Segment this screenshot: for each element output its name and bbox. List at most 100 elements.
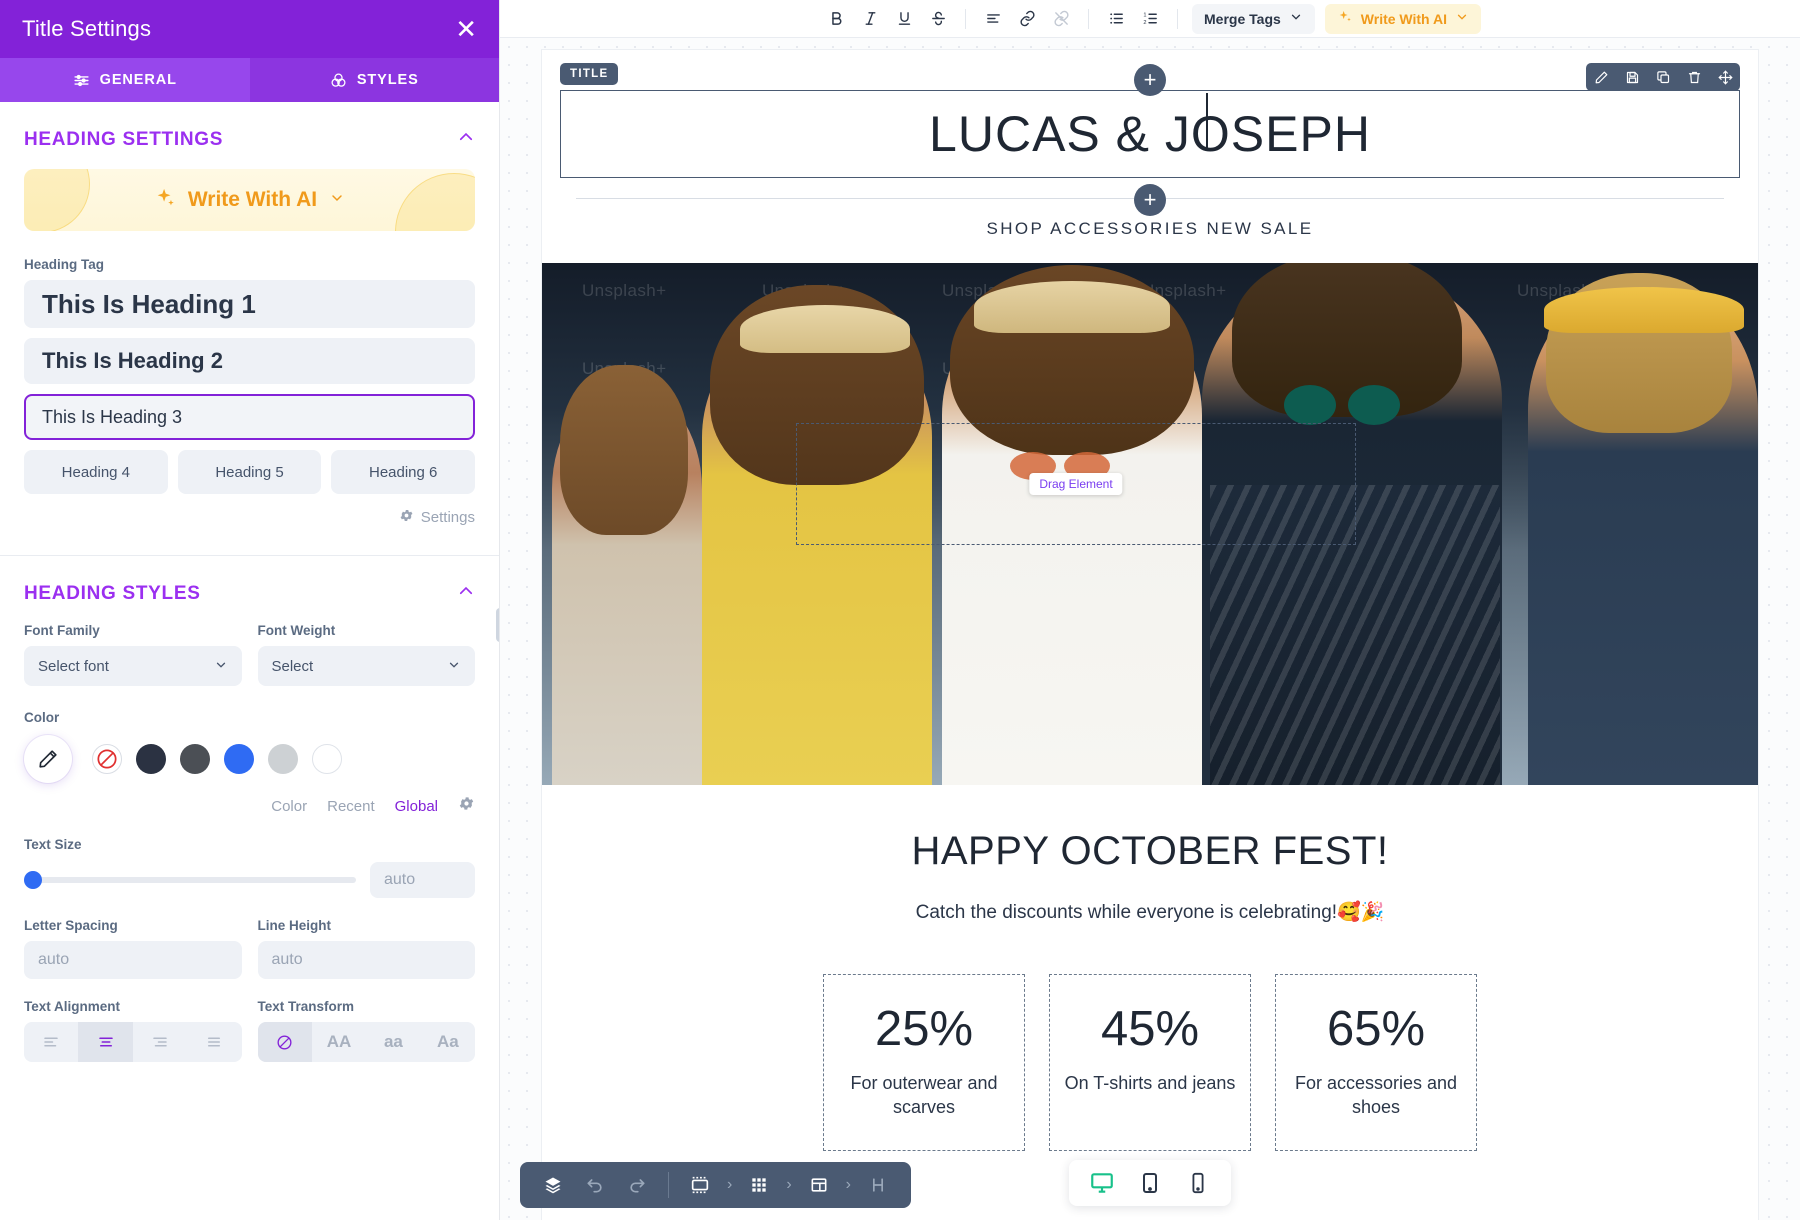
delete-icon[interactable] [1679,63,1709,91]
strikethrough-icon[interactable] [921,4,955,34]
add-below-button[interactable]: + [1134,184,1166,216]
tablet-icon[interactable] [1131,1166,1169,1200]
font-family-group: Font Family Select font [24,623,242,686]
transform-none-icon[interactable] [257,1022,312,1062]
discount-card[interactable]: 25% For outerwear and scarves [823,974,1025,1151]
discount-card[interactable]: 45% On T-shirts and jeans [1049,974,1251,1151]
heading-option-h1[interactable]: This Is Heading 1 [24,280,475,328]
heading-option-h3[interactable]: This Is Heading 3 [24,394,475,440]
desktop-icon[interactable] [1083,1166,1121,1200]
font-weight-select[interactable]: Select [257,646,475,686]
hero-image[interactable]: Unsplash+ Unsplash+ Unsplash+ Unsplash+ … [542,263,1758,785]
heading-option-h6[interactable]: Heading 6 [331,450,476,494]
text-size-slider-knob[interactable] [24,871,42,889]
align-left-icon[interactable] [24,1022,78,1062]
chevron-down-icon-font-family [214,658,228,675]
heading-settings-title: HEADING SETTINGS [24,128,224,150]
heading-option-h1-label: This Is Heading 1 [42,288,256,319]
move-icon[interactable] [1710,63,1740,91]
breadcrumb-chevron: › [845,1176,851,1193]
discount-percent: 25% [874,1002,974,1056]
align-justify-icon[interactable] [187,1022,241,1062]
write-with-ai-banner[interactable]: Write With AI [24,169,475,231]
element-type-badge: TITLE [560,63,619,85]
chevron-up-icon[interactable] [457,128,475,151]
merge-tags-button[interactable]: Merge Tags [1192,3,1315,34]
discount-card[interactable]: 65% For accessories and shoes [1275,974,1477,1151]
align-center-icon[interactable] [78,1022,133,1062]
bold-icon[interactable] [819,4,853,34]
swatch-white[interactable] [312,744,342,774]
heading-styles-title: HEADING STYLES [24,582,201,604]
heading-tag-label: Heading Tag [24,257,105,272]
edit-icon[interactable] [1586,63,1616,91]
body-icon[interactable] [681,1168,719,1202]
page-title: Title Settings [22,16,152,41]
italic-icon[interactable] [853,4,887,34]
title-element[interactable]: TITLE + + LUCAS & JOSEPH [560,63,1740,216]
heading-icon[interactable] [859,1168,897,1202]
grid-icon[interactable] [740,1168,778,1202]
color-swatch-row [24,735,475,783]
letter-spacing-input[interactable] [24,941,242,979]
color-tab-recent[interactable]: Recent [327,798,375,815]
align-right-icon[interactable] [133,1022,187,1062]
text-transform-segmented: AA aa Aa [257,1022,475,1062]
color-group: Color Color Recent Global [24,710,475,817]
font-weight-group: Font Weight Select [257,623,475,686]
add-above-button[interactable]: + [1134,64,1166,96]
heading-settings-header[interactable]: HEADING SETTINGS [24,102,475,169]
tab-general[interactable]: GENERAL [0,58,250,102]
layers-icon[interactable] [534,1168,572,1202]
promo-subtext: Catch the discounts while everyone is ce… [915,902,1385,923]
save-icon[interactable] [1617,63,1647,91]
heading-option-h4[interactable]: Heading 4 [24,450,168,494]
swatch-no-color[interactable] [92,744,122,774]
heading-styles-section: HEADING STYLES Font Family Select font F… [0,556,499,1062]
swatch-dark-gray[interactable] [180,744,210,774]
discount-percent: 65% [1326,1002,1426,1056]
heading-styles-header[interactable]: HEADING STYLES [24,556,475,623]
duplicate-icon[interactable] [1648,63,1678,91]
align-icon[interactable] [976,4,1010,34]
heading-option-h5[interactable]: Heading 5 [177,450,322,494]
font-family-select[interactable]: Select font [24,646,242,686]
svg-text:1: 1 [1143,12,1146,18]
heading-option-h2-label: This Is Heading 2 [42,348,223,373]
bullet-list-icon[interactable] [1099,4,1133,34]
tab-styles[interactable]: STYLES [250,58,500,102]
write-with-ai-button[interactable]: Write With AI [1324,3,1481,34]
swatch-dark-navy[interactable] [136,744,166,774]
transform-lowercase-button[interactable]: aa [366,1022,420,1062]
undo-icon[interactable] [576,1168,614,1202]
hero-selection-outline[interactable]: Drag Element [796,423,1356,545]
color-tab-global[interactable]: Global [395,798,438,815]
swatch-blue[interactable] [224,744,254,774]
title-text-box[interactable]: LUCAS & JOSEPH [560,90,1740,178]
color-tab-color[interactable]: Color [271,798,307,815]
heading-option-h2[interactable]: This Is Heading 2 [24,338,475,384]
chevron-down-icon-merge [1289,10,1303,27]
heading-settings-section: HEADING SETTINGS Write With AI Heading T… [0,102,499,527]
toolbar-separator-1 [965,8,967,29]
color-picker-button[interactable] [24,735,72,783]
chevron-up-icon-styles[interactable] [457,582,475,605]
text-size-slider[interactable] [24,871,356,889]
numbered-list-icon[interactable]: 12 [1133,4,1167,34]
close-icon[interactable]: ✕ [455,16,477,42]
layout-icon[interactable] [800,1168,838,1202]
underline-icon[interactable] [887,4,921,34]
link-icon[interactable] [1010,4,1044,34]
transform-uppercase-button[interactable]: AA [312,1022,366,1062]
unlink-icon[interactable] [1044,4,1078,34]
swatch-light-gray[interactable] [268,744,298,774]
text-size-value: auto [384,871,416,888]
heading-settings-link[interactable]: Settings [24,508,475,527]
line-height-input[interactable] [257,941,475,979]
text-size-value-box[interactable]: auto [370,862,475,898]
transform-capitalize-button[interactable]: Aa [421,1022,475,1062]
color-settings-gear-icon[interactable] [458,795,475,817]
font-weight-label: Font Weight [257,623,336,638]
mobile-icon[interactable] [1179,1166,1217,1200]
redo-icon[interactable] [618,1168,656,1202]
